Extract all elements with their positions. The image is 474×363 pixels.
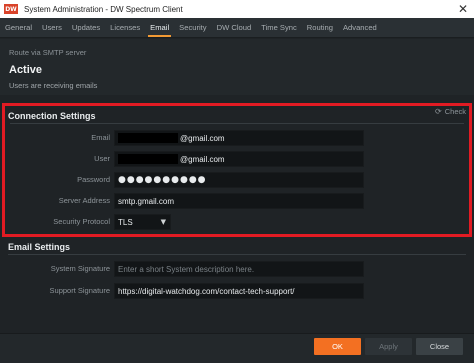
ok-button[interactable]: OK bbox=[314, 338, 361, 355]
tab-licenses[interactable]: Licenses bbox=[105, 18, 145, 37]
email-status: Active bbox=[9, 64, 43, 76]
tab-time-sync[interactable]: Time Sync bbox=[256, 18, 302, 37]
dialog-footer: OK Apply Close bbox=[0, 333, 474, 363]
support-signature-value: https://digital-watchdog.com/contact-tec… bbox=[118, 286, 295, 296]
tab-general[interactable]: General bbox=[0, 18, 37, 37]
tab-routing[interactable]: Routing bbox=[302, 18, 338, 37]
support-signature-label: Support Signature bbox=[49, 286, 110, 295]
tab-updates[interactable]: Updates bbox=[67, 18, 105, 37]
tab-dw-cloud[interactable]: DW Cloud bbox=[212, 18, 257, 37]
close-button[interactable]: Close bbox=[416, 338, 463, 355]
email-settings-title: Email Settings bbox=[8, 242, 71, 252]
email-status-header: Route via SMTP server Active Users are r… bbox=[0, 39, 474, 95]
app-logo: DW bbox=[4, 4, 18, 14]
email-status-description: Users are receiving emails bbox=[9, 81, 98, 90]
route-mode-text[interactable]: Route via SMTP server bbox=[9, 48, 86, 57]
apply-button[interactable]: Apply bbox=[365, 338, 412, 355]
email-settings-divider bbox=[8, 254, 466, 255]
window-title: System Administration - DW Spectrum Clie… bbox=[24, 4, 183, 14]
tab-email[interactable]: Email bbox=[145, 18, 174, 37]
system-signature-label: System Signature bbox=[50, 264, 110, 273]
system-signature-input[interactable]: Enter a short System description here. bbox=[114, 261, 364, 277]
connection-settings-highlight bbox=[2, 103, 472, 237]
support-signature-input[interactable]: https://digital-watchdog.com/contact-tec… bbox=[114, 283, 364, 299]
system-signature-placeholder: Enter a short System description here. bbox=[118, 264, 255, 274]
window-close-button[interactable]: ✕ bbox=[452, 0, 474, 18]
tab-advanced[interactable]: Advanced bbox=[338, 18, 382, 37]
support-signature-row: Support Signature https://digital-watchd… bbox=[0, 283, 474, 299]
tab-bar: General Users Updates Licenses Email Sec… bbox=[0, 18, 474, 38]
title-bar: DW System Administration - DW Spectrum C… bbox=[0, 0, 474, 18]
tab-security[interactable]: Security bbox=[174, 18, 211, 37]
tab-users[interactable]: Users bbox=[37, 18, 67, 37]
system-signature-row: System Signature Enter a short System de… bbox=[0, 261, 474, 277]
